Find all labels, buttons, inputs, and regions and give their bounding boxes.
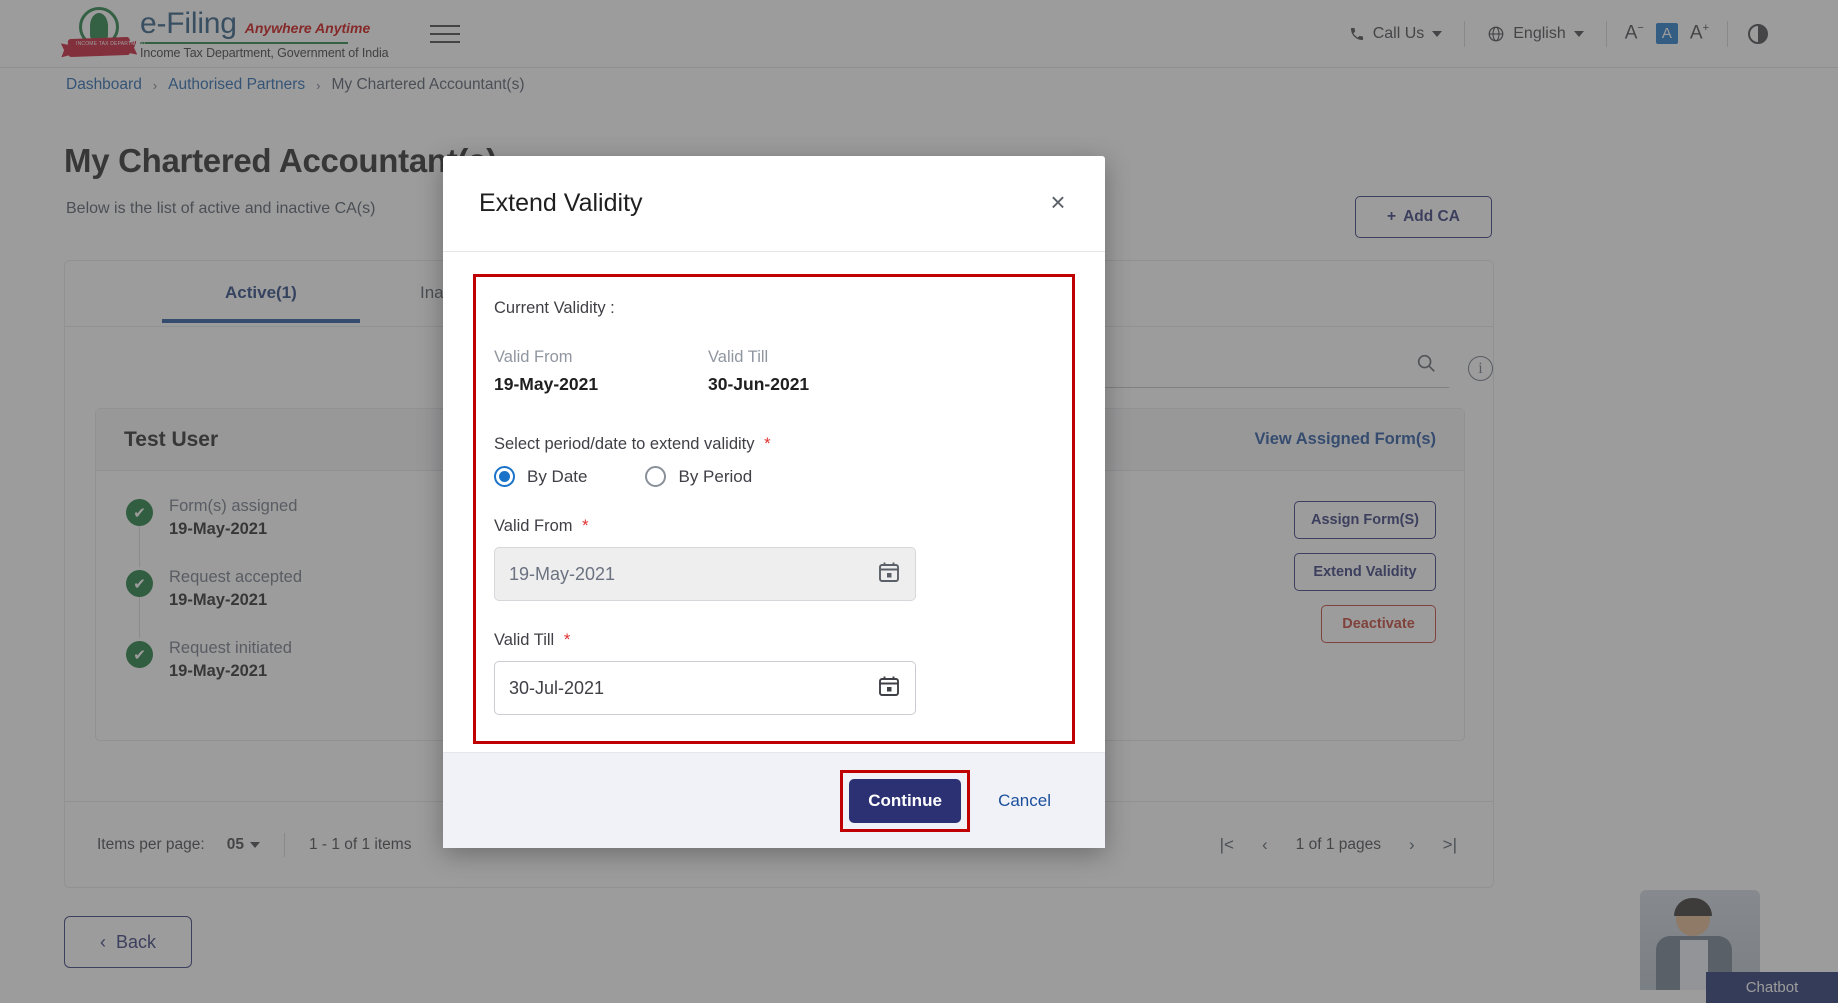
close-icon[interactable]: × (1043, 188, 1073, 218)
continue-button[interactable]: Continue (849, 779, 961, 823)
dialog-header: Extend Validity × (443, 156, 1105, 252)
cancel-button[interactable]: Cancel (980, 791, 1069, 811)
current-valid-from-value: 19-May-2021 (494, 374, 708, 395)
valid-till-input[interactable]: 30-Jul-2021 (494, 661, 916, 715)
valid-from-value: 19-May-2021 (509, 564, 615, 585)
radio-by-period-label: By Period (678, 467, 752, 487)
valid-till-label: Valid Till * (494, 631, 1054, 650)
valid-from-input: 19-May-2021 (494, 547, 916, 601)
dialog-footer: Continue Cancel (443, 752, 1105, 848)
current-valid-from: Valid From 19-May-2021 (494, 348, 708, 395)
period-type-text: Select period/date to extend validity (494, 435, 755, 453)
valid-from-label-text: Valid From (494, 517, 573, 535)
dialog-body: Current Validity : Valid From 19-May-202… (443, 252, 1105, 752)
radio-by-date[interactable]: By Date (494, 466, 587, 487)
extend-validity-dialog: Extend Validity × Current Validity : Val… (443, 156, 1105, 848)
screen-root: INCOME TAX DEPARTMENT e-Filing Anywhere … (0, 0, 1838, 1003)
radio-by-date-label: By Date (527, 467, 587, 487)
period-type-radio-group: By Date By Period (494, 466, 1054, 487)
current-valid-till-label: Valid Till (708, 348, 922, 367)
required-asterisk: * (582, 517, 588, 535)
continue-highlight: Continue (840, 770, 970, 832)
valid-from-field: Valid From * 19-May-2021 (494, 517, 1054, 601)
calendar-icon[interactable] (877, 560, 901, 589)
radio-by-period[interactable]: By Period (645, 466, 752, 487)
valid-till-value: 30-Jul-2021 (509, 678, 604, 699)
current-validity-values: Valid From 19-May-2021 Valid Till 30-Jun… (494, 348, 1054, 395)
current-valid-till: Valid Till 30-Jun-2021 (708, 348, 922, 395)
required-asterisk: * (764, 435, 770, 453)
form-highlight-region: Current Validity : Valid From 19-May-202… (473, 274, 1075, 744)
required-asterisk: * (564, 631, 570, 649)
radio-selected-icon (494, 466, 515, 487)
valid-from-label: Valid From * (494, 517, 1054, 536)
dialog-title: Extend Validity (479, 189, 643, 218)
valid-till-field: Valid Till * 30-Jul-2021 (494, 631, 1054, 715)
radio-unselected-icon (645, 466, 666, 487)
current-valid-from-label: Valid From (494, 348, 708, 367)
valid-till-label-text: Valid Till (494, 631, 554, 649)
calendar-icon[interactable] (877, 674, 901, 703)
current-valid-till-value: 30-Jun-2021 (708, 374, 922, 395)
period-type-label: Select period/date to extend validity * (494, 435, 1054, 454)
current-validity-label: Current Validity : (494, 299, 1054, 318)
